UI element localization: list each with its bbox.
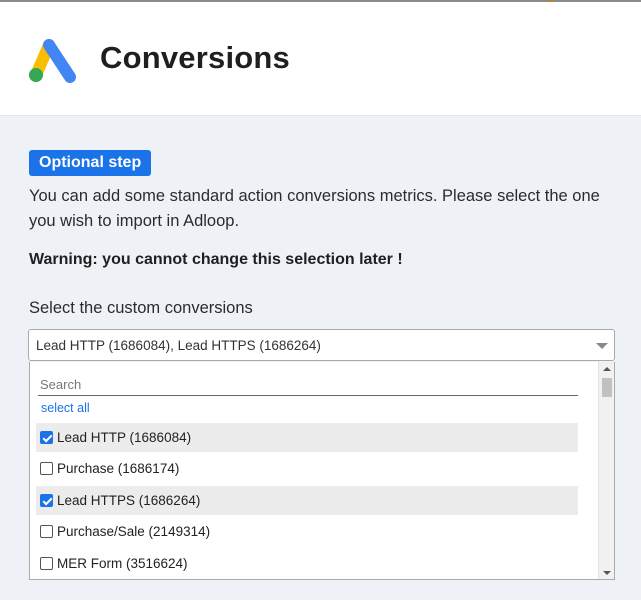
checkbox[interactable] [40,494,53,507]
checkbox[interactable] [40,557,53,570]
dropdown-scrollbar[interactable] [598,362,614,579]
page-header: Conversions [0,2,641,116]
google-ads-logo-icon [29,39,76,83]
option-label: MER Form (3516624) [57,556,188,571]
scrollbar-thumb[interactable] [602,378,612,397]
list-item[interactable]: MER Form (3516624) [36,549,578,578]
search-input[interactable] [38,370,578,396]
list-item[interactable]: Purchase (1686174) [36,454,578,483]
checkbox[interactable] [40,525,53,538]
list-item[interactable]: Lead HTTP (1686084) [36,423,578,452]
description-text: You can add some standard action convers… [29,187,600,230]
page-title: Conversions [100,40,290,75]
checkbox[interactable] [40,431,53,444]
option-label: Purchase/Sale (2149314) [57,524,211,539]
list-item[interactable]: Lead HTTPS (1686264) [36,486,578,515]
chevron-down-icon[interactable] [596,343,608,349]
optional-step-badge: Optional step [29,150,152,176]
conversions-dropdown-panel: select all Lead HTTP (1686084) Purchase … [29,362,615,580]
scroll-down-icon[interactable] [603,571,611,575]
selected-conversions-value: Lead HTTP (1686084), Lead HTTPS (1686264… [36,338,321,353]
conversions-select-label: Select the custom conversions [29,299,253,317]
scroll-up-icon[interactable] [603,367,611,371]
select-all-link[interactable]: select all [41,401,90,415]
warning-text: Warning: you cannot change this selectio… [29,251,403,268]
option-label: Lead HTTP (1686084) [57,430,192,445]
list-item[interactable]: Purchase/Sale (2149314) [36,517,578,546]
checkbox[interactable] [40,462,53,475]
option-label: Purchase (1686174) [57,461,180,476]
option-label: Lead HTTPS (1686264) [57,493,201,508]
conversions-multiselect[interactable]: Lead HTTP (1686084), Lead HTTPS (1686264… [28,329,615,361]
